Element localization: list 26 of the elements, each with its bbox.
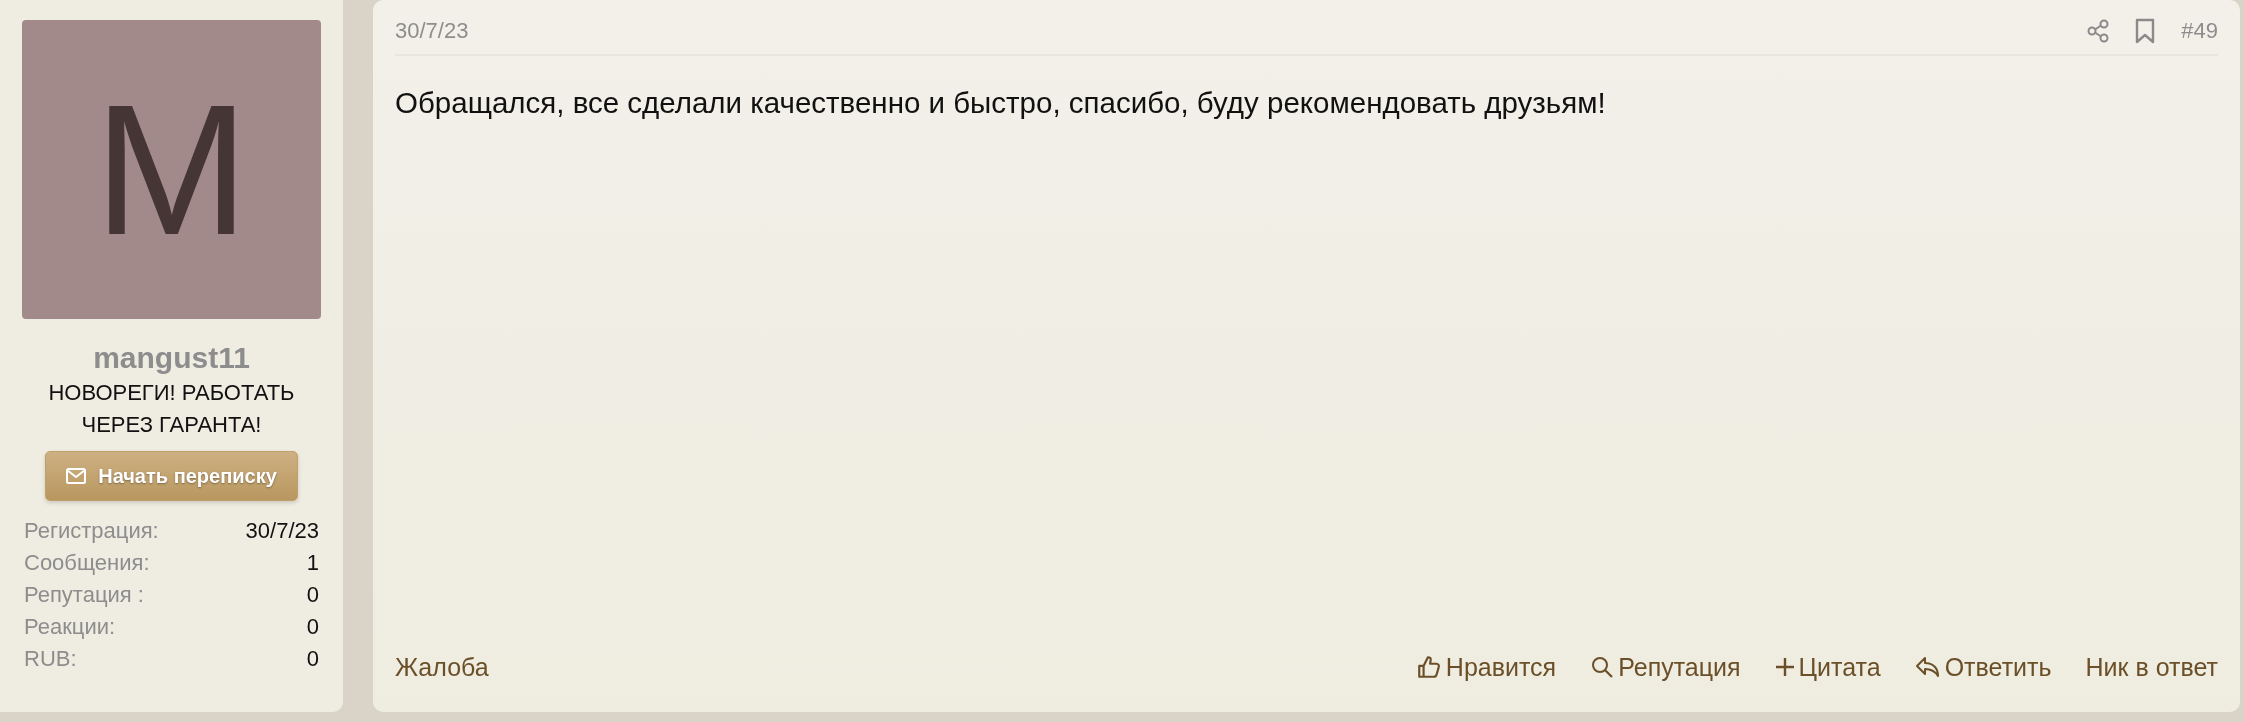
search-icon [1590, 655, 1615, 679]
reply-arrow-icon [1914, 655, 1941, 679]
post-action-link[interactable]: Репутация [1590, 652, 1741, 682]
bookmark-icon[interactable] [2135, 18, 2156, 44]
stat-label: Реакции: [24, 613, 116, 641]
post-action-link[interactable]: Цитата [1774, 652, 1881, 682]
post-action-link[interactable]: Ник в ответ [2085, 652, 2218, 682]
stat-value: 0 [306, 645, 319, 673]
user-title: НОВОРЕГИ! РАБОТАТЬ ЧЕРЕЗ ГАРАНТА! [47, 379, 296, 439]
plus-icon [1774, 657, 1795, 677]
envelope-icon [66, 468, 87, 484]
post-action-link[interactable]: Ответить [1914, 652, 2052, 682]
stat-value: 0 [306, 613, 319, 641]
thumbs-up-icon [1415, 654, 1442, 680]
stat-value: 1 [306, 549, 319, 577]
stat-label: Репутация : [24, 581, 144, 609]
stat-label: Регистрация: [24, 517, 159, 545]
stat-label: Сообщения: [24, 549, 150, 577]
post-action-link[interactable]: Нравится [1415, 652, 1557, 682]
stat-label: RUB: [24, 645, 77, 673]
avatar[interactable]: M [22, 20, 321, 319]
stat-value: 30/7/23 [245, 517, 319, 545]
post-text: Обращался, все сделали качественно и быстро, спасибо, буду рекомендовать друзьям! [395, 86, 1607, 121]
stat-value: 0 [306, 581, 319, 609]
share-icon[interactable] [2087, 19, 2110, 43]
report-link[interactable]: Жалоба [395, 652, 489, 682]
